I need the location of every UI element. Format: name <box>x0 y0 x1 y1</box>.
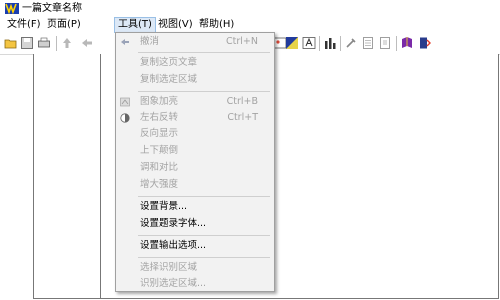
menu-help[interactable]: 帮助(H) <box>196 18 237 32</box>
undo-arrow-icon <box>121 39 129 45</box>
menu-item-copy-page[interactable]: 复制这页文章 <box>116 55 274 71</box>
menu-separator <box>138 235 270 236</box>
open-folder-icon[interactable] <box>4 36 18 50</box>
page-list-pane[interactable] <box>33 54 101 299</box>
copy-page-icon[interactable] <box>378 36 392 50</box>
menu-item-label: 左右反转 <box>140 112 179 123</box>
menu-item-undo[interactable]: 撤消 Ctrl+N <box>116 34 274 50</box>
exit-door-icon[interactable] <box>418 36 432 50</box>
menu-item-label: 复制这页文章 <box>140 57 198 68</box>
menu-item-select-region[interactable]: 选择识别区域 <box>116 260 274 276</box>
menu-item-label: 选择识别区域 <box>140 262 198 273</box>
flag-icon[interactable] <box>285 36 299 50</box>
menu-item-flip-horizontal[interactable]: 左右反转 Ctrl+T <box>116 110 274 126</box>
menu-item-label: 复制选定区域 <box>140 74 198 85</box>
book-icon[interactable] <box>400 36 414 50</box>
menu-item-label: 增大强度 <box>140 179 179 190</box>
menu-item-label: 调和对比 <box>140 162 179 173</box>
menu-item-intensity[interactable]: 增大强度 <box>116 177 274 193</box>
brighten-icon <box>120 97 130 107</box>
menu-file[interactable]: 文件(F) <box>4 18 44 32</box>
menu-item-label: 图象加亮 <box>140 96 179 107</box>
menu-separator <box>138 257 270 258</box>
menu-separator <box>138 91 270 92</box>
menu-item-shortcut: Ctrl+N <box>226 36 258 47</box>
menu-item-contrast[interactable]: 调和对比 <box>116 160 274 176</box>
menu-view[interactable]: 视图(V) <box>155 18 196 32</box>
menu-item-shortcut: Ctrl+B <box>226 96 258 107</box>
menu-item-label: 设置输出选项... <box>140 240 207 251</box>
text-box-icon[interactable] <box>302 36 316 50</box>
contrast-icon <box>120 113 130 123</box>
menu-item-output-options[interactable]: 设置输出选项... <box>116 238 274 254</box>
app-logo-icon <box>5 3 19 14</box>
menu-separator <box>138 196 270 197</box>
menu-tools[interactable]: 工具(T) <box>114 17 156 33</box>
menu-item-recognize-region[interactable]: 识别选定区域... <box>116 276 274 292</box>
menu-item-label: 反向显示 <box>140 128 179 139</box>
menu-bar: 文件(F) 页面(P) 工具(T) 视图(V) 帮助(H) <box>0 17 500 33</box>
menu-item-label: 上下颠倒 <box>140 145 179 156</box>
menu-page[interactable]: 页面(P) <box>44 18 84 32</box>
menu-item-label: 设置背景... <box>140 201 188 212</box>
menu-item-set-background[interactable]: 设置背景... <box>116 199 274 215</box>
page-icon[interactable] <box>361 36 375 50</box>
toolbar-separator <box>396 36 397 51</box>
chart-icon[interactable] <box>323 36 337 50</box>
menu-item-flip-vertical[interactable]: 上下颠倒 <box>116 143 274 159</box>
menu-item-set-font[interactable]: 设置题录字体... <box>116 216 274 232</box>
toolbar-separator <box>56 36 57 51</box>
menu-item-copy-selection[interactable]: 复制选定区域 <box>116 72 274 88</box>
menu-item-invert[interactable]: 反向显示 <box>116 126 274 142</box>
menu-item-label: 识别选定区域... <box>140 278 207 289</box>
print-icon[interactable] <box>37 36 51 50</box>
menu-item-label: 设置题录字体... <box>140 218 207 229</box>
title-bar: 一篇文章名称 <box>0 0 500 17</box>
window-title: 一篇文章名称 <box>22 3 82 14</box>
back-arrow-icon[interactable] <box>80 36 94 50</box>
tools-menu: 撤消 Ctrl+N 复制这页文章 复制选定区域 图象加亮 Ctrl+B 左右反转… <box>115 32 275 292</box>
menu-item-label: 撤消 <box>140 36 160 47</box>
tools-icon[interactable] <box>344 36 358 50</box>
up-arrow-icon[interactable] <box>60 36 74 50</box>
menu-separator <box>138 52 270 53</box>
toolbar-separator <box>319 36 320 51</box>
save-icon[interactable] <box>20 36 34 50</box>
menu-item-shortcut: Ctrl+T <box>227 112 258 123</box>
menu-item-brighten[interactable]: 图象加亮 Ctrl+B <box>116 94 274 110</box>
toolbar-separator <box>340 36 341 51</box>
